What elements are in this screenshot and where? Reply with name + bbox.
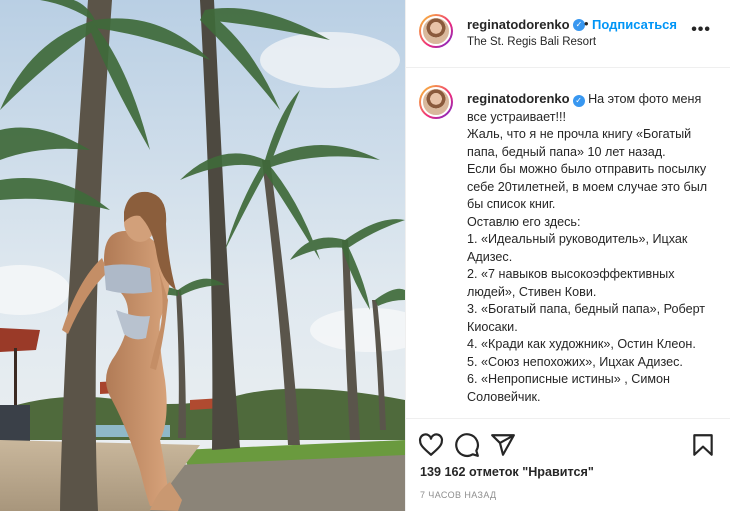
caption-text: На этом фото меня все устраивает!!! Жаль…: [467, 92, 708, 404]
bookmark-icon[interactable]: [690, 432, 716, 458]
caption-author-avatar[interactable]: [419, 85, 453, 119]
post-header: reginatodorenko ✓ • Подписаться The St. …: [406, 0, 730, 68]
share-icon[interactable]: [490, 432, 516, 458]
more-options-icon[interactable]: •••: [691, 21, 711, 39]
caption-section: reginatodorenko ✓ На этом фото меня все у…: [406, 68, 730, 416]
action-bar: 139 162 отметок "Нравится" 7 ЧАСОВ НАЗАД: [406, 418, 730, 511]
comment-icon[interactable]: [454, 432, 480, 458]
likes-count[interactable]: 139 162 отметок "Нравится": [420, 465, 594, 479]
follow-button[interactable]: Подписаться: [592, 17, 677, 32]
post-sidebar: reginatodorenko ✓ • Подписаться The St. …: [405, 0, 730, 511]
post-timestamp[interactable]: 7 ЧАСОВ НАЗАД: [420, 490, 497, 500]
author-avatar[interactable]: [419, 14, 453, 48]
separator-dot: •: [584, 16, 589, 31]
beach-palm-photo: [0, 0, 405, 511]
caption-verified-badge-icon: ✓: [572, 95, 585, 107]
author-username[interactable]: reginatodorenko: [467, 17, 570, 32]
caption-text-block: reginatodorenko ✓ На этом фото меня все у…: [467, 90, 717, 406]
heart-icon[interactable]: [418, 432, 444, 458]
caption-username[interactable]: reginatodorenko: [467, 91, 570, 106]
instagram-post: reginatodorenko ✓ • Подписаться The St. …: [0, 0, 730, 511]
post-location[interactable]: The St. Regis Bali Resort: [467, 36, 596, 48]
post-photo[interactable]: [0, 0, 405, 511]
